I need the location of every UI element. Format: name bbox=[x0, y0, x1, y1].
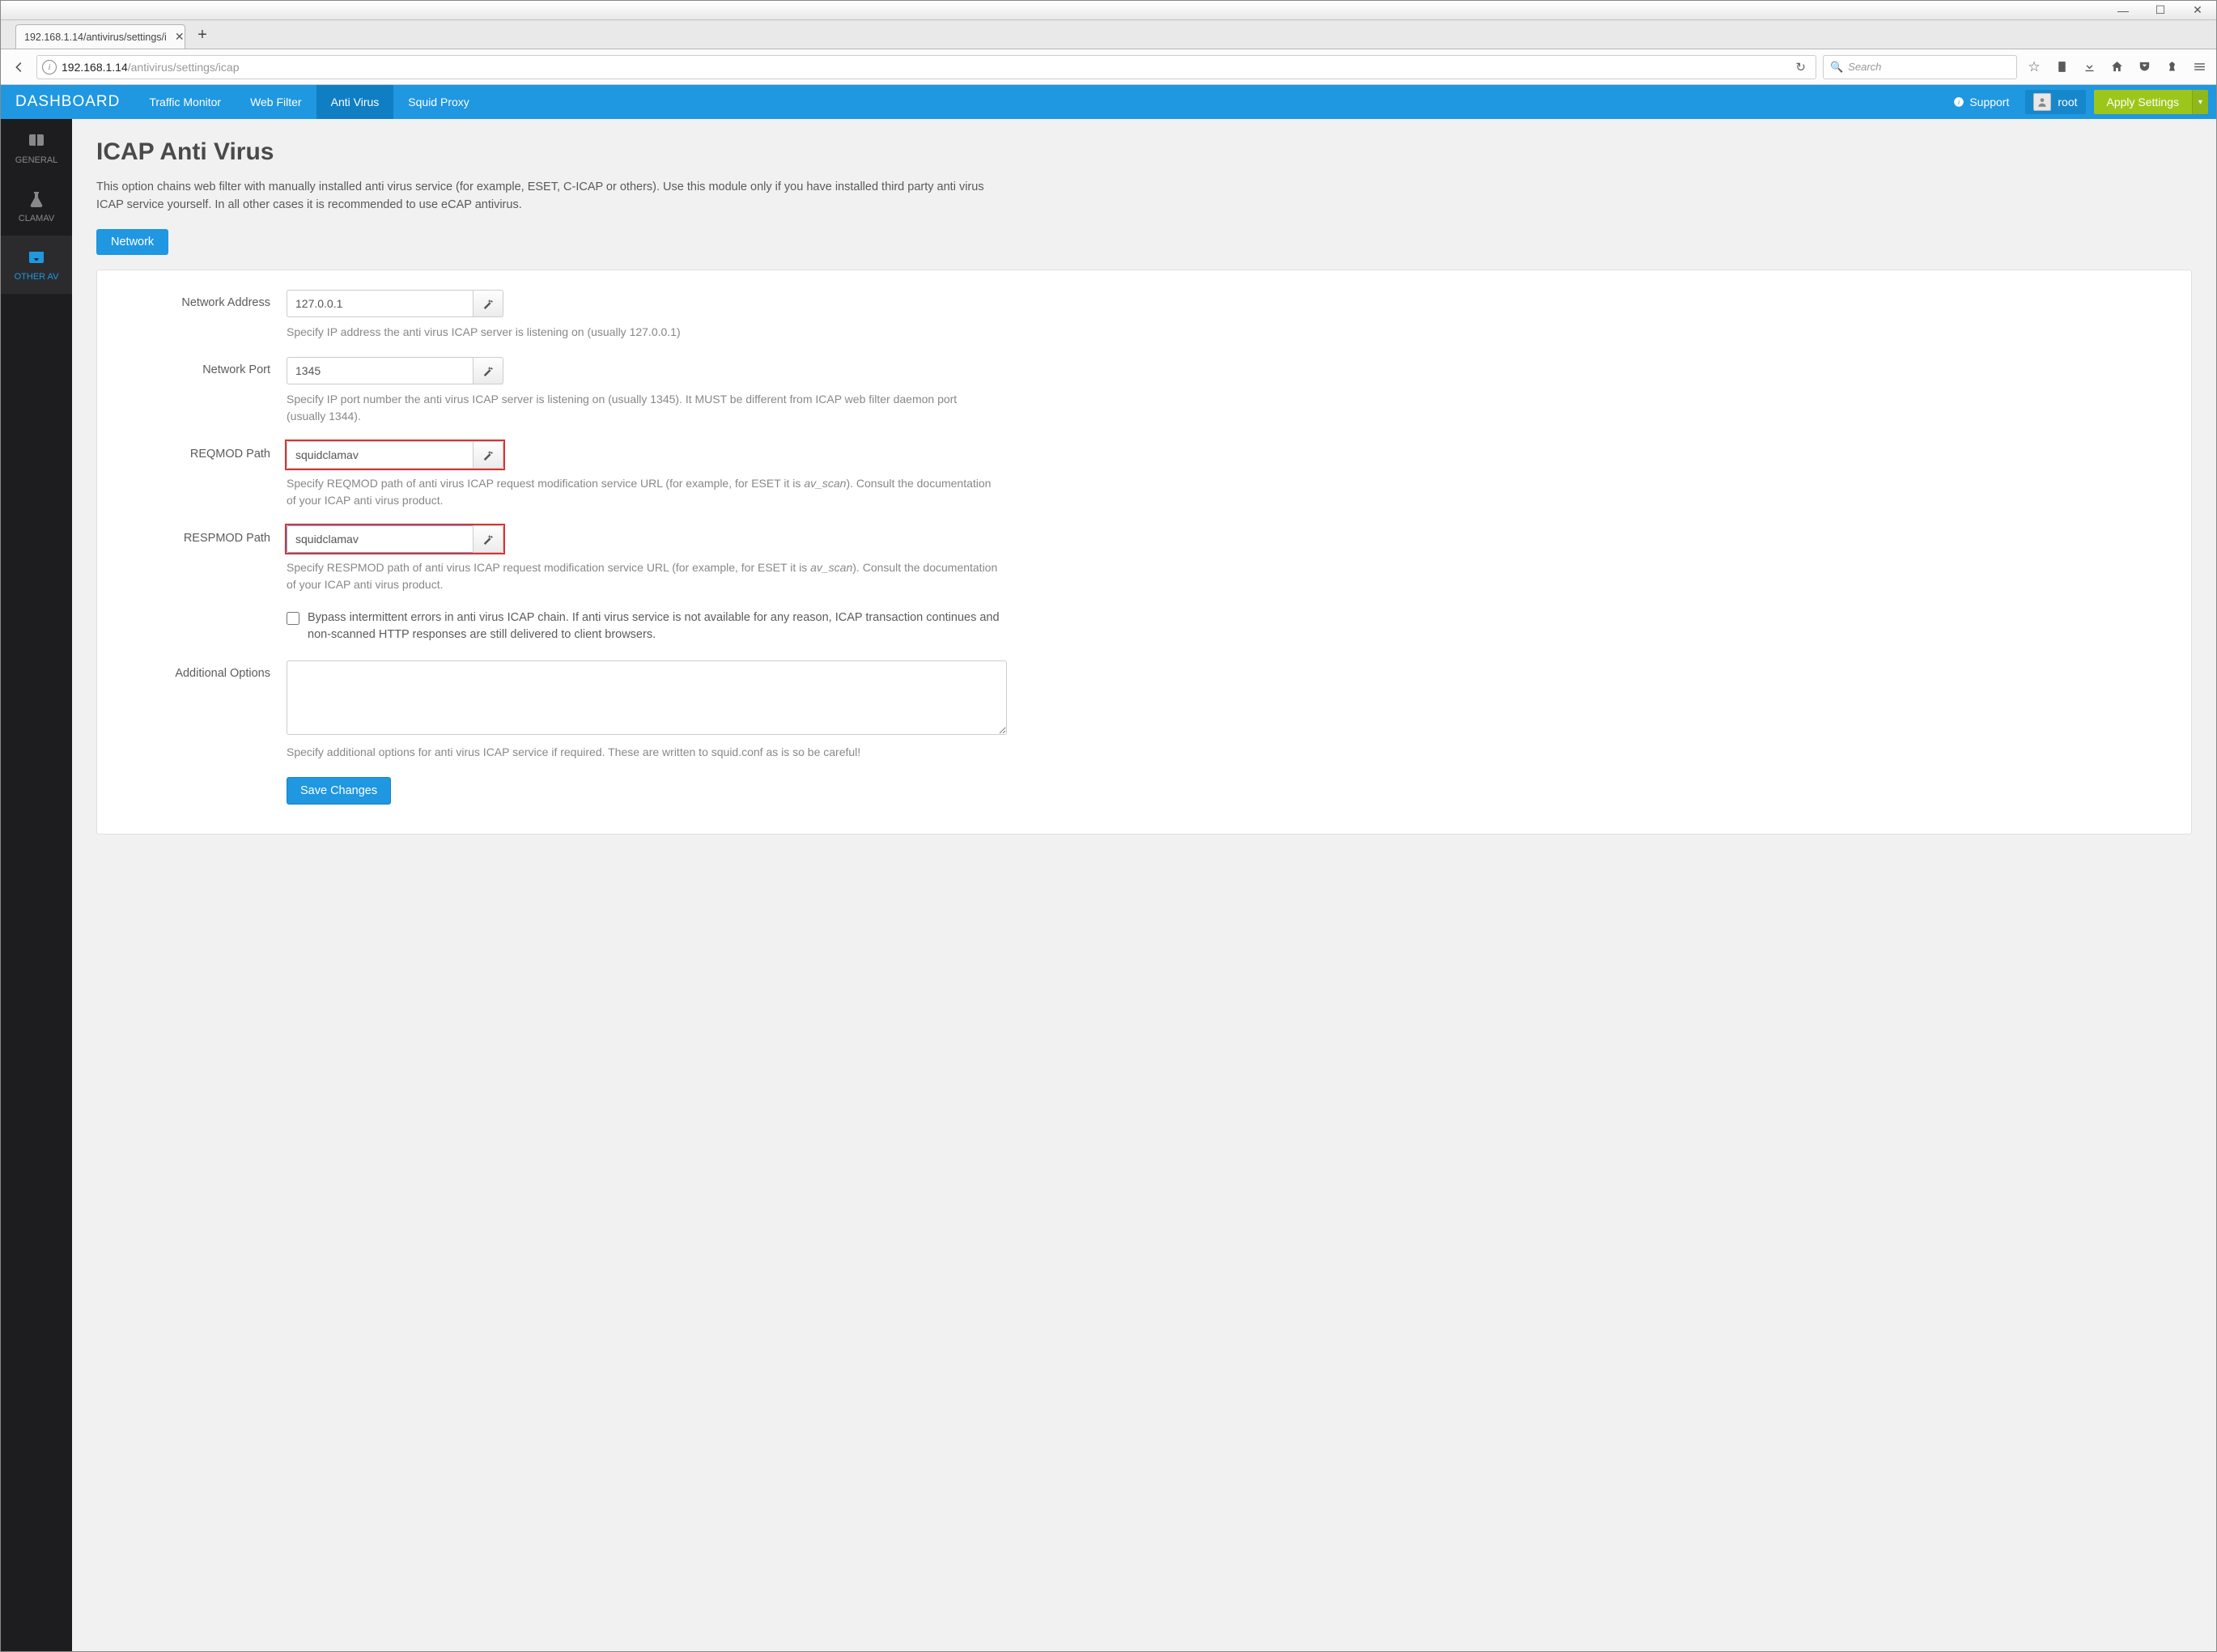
pocket-icon[interactable] bbox=[2134, 57, 2155, 78]
sidenav-item-general[interactable]: GENERAL bbox=[1, 119, 72, 177]
additional-options-textarea[interactable] bbox=[287, 660, 1007, 735]
tab-network[interactable]: Network bbox=[96, 229, 168, 255]
url-text: 192.168.1.14/antivirus/settings/icap bbox=[62, 61, 1790, 74]
bypass-label: Bypass intermittent errors in anti virus… bbox=[308, 609, 1012, 645]
downloads-icon[interactable] bbox=[2079, 57, 2100, 78]
reqmod-reset-button[interactable] bbox=[473, 441, 503, 469]
label-respmod: RESPMOD Path bbox=[117, 525, 287, 593]
new-tab-button[interactable]: + bbox=[190, 24, 214, 49]
network-port-input[interactable] bbox=[287, 357, 473, 384]
reqmod-path-input[interactable] bbox=[287, 441, 473, 469]
label-network-port: Network Port bbox=[117, 357, 287, 425]
network-address-reset-button[interactable] bbox=[473, 290, 503, 317]
network-address-input[interactable] bbox=[287, 290, 473, 317]
topnav-item-antivirus[interactable]: Anti Virus bbox=[316, 85, 394, 119]
bypass-checkbox[interactable] bbox=[287, 612, 299, 625]
bypass-checkbox-row[interactable]: Bypass intermittent errors in anti virus… bbox=[287, 609, 2172, 645]
window-titlebar: — ☐ ✕ bbox=[1, 1, 2216, 20]
url-bar[interactable]: i 192.168.1.14/antivirus/settings/icap ↻ bbox=[36, 55, 1816, 79]
home-icon[interactable] bbox=[2106, 57, 2127, 78]
page-intro: This option chains web filter with manua… bbox=[96, 179, 987, 214]
sidenav: GENERAL CLAMAV OTHER AV bbox=[1, 119, 72, 1651]
flask-icon bbox=[27, 189, 46, 209]
hamburger-menu-icon[interactable] bbox=[2189, 57, 2210, 78]
extension-icon[interactable] bbox=[2161, 57, 2182, 78]
respmod-reset-button[interactable] bbox=[473, 525, 503, 553]
save-changes-button[interactable]: Save Changes bbox=[287, 777, 391, 805]
window-maximize-button[interactable]: ☐ bbox=[2142, 3, 2179, 17]
content: ICAP Anti Virus This option chains web f… bbox=[72, 119, 2216, 1651]
user-menu[interactable]: root bbox=[2025, 90, 2085, 114]
label-network-address: Network Address bbox=[117, 290, 287, 341]
user-name: root bbox=[2058, 96, 2077, 108]
help-network-address: Specify IP address the anti virus ICAP s… bbox=[287, 324, 999, 341]
window-minimize-button[interactable]: — bbox=[2104, 4, 2142, 17]
help-network-port: Specify IP port number the anti virus IC… bbox=[287, 391, 999, 425]
wand-icon bbox=[482, 298, 494, 309]
clipboard-icon[interactable] bbox=[2051, 57, 2072, 78]
browser-tab[interactable]: 192.168.1.14/antivirus/settings/i ✕ bbox=[15, 24, 185, 49]
reload-button[interactable]: ↻ bbox=[1790, 60, 1811, 74]
app-topnav: DASHBOARD Traffic Monitor Web Filter Ant… bbox=[1, 85, 2216, 119]
support-link[interactable]: i Support bbox=[1945, 85, 2017, 119]
search-icon: 🔍 bbox=[1830, 61, 1843, 74]
wand-icon bbox=[482, 533, 494, 545]
wand-icon bbox=[482, 449, 494, 461]
browser-search-input[interactable]: 🔍 Search bbox=[1823, 55, 2017, 79]
book-icon bbox=[27, 131, 46, 151]
topnav-item-webfilter[interactable]: Web Filter bbox=[236, 85, 316, 119]
apply-settings-button[interactable]: Apply Settings bbox=[2094, 90, 2193, 114]
window-close-button[interactable]: ✕ bbox=[2179, 3, 2216, 17]
back-button[interactable] bbox=[7, 56, 30, 79]
network-port-reset-button[interactable] bbox=[473, 357, 503, 384]
respmod-path-input[interactable] bbox=[287, 525, 473, 553]
label-reqmod: REQMOD Path bbox=[117, 441, 287, 509]
browser-tab-title: 192.168.1.14/antivirus/settings/i bbox=[24, 32, 167, 43]
apply-settings-dropdown[interactable]: ▾ bbox=[2192, 90, 2208, 114]
settings-panel: Network Address Specify IP address the a… bbox=[96, 270, 2192, 835]
tab-close-icon[interactable]: ✕ bbox=[175, 30, 185, 44]
inbox-icon bbox=[27, 248, 46, 267]
page-title: ICAP Anti Virus bbox=[96, 138, 2192, 166]
browser-toolbar: i 192.168.1.14/antivirus/settings/icap ↻… bbox=[1, 49, 2216, 85]
site-info-icon[interactable]: i bbox=[42, 60, 57, 74]
help-reqmod: Specify REQMOD path of anti virus ICAP r… bbox=[287, 475, 999, 509]
browser-tabstrip: 192.168.1.14/antivirus/settings/i ✕ + bbox=[1, 20, 2216, 49]
topnav-item-squidproxy[interactable]: Squid Proxy bbox=[393, 85, 483, 119]
help-additional-options: Specify additional options for anti viru… bbox=[287, 744, 999, 761]
sidenav-item-other-av[interactable]: OTHER AV bbox=[1, 236, 72, 294]
topnav-item-traffic[interactable]: Traffic Monitor bbox=[134, 85, 236, 119]
help-respmod: Specify RESPMOD path of anti virus ICAP … bbox=[287, 559, 999, 593]
sidenav-item-clamav[interactable]: CLAMAV bbox=[1, 177, 72, 236]
brand[interactable]: DASHBOARD bbox=[1, 85, 134, 119]
avatar bbox=[2033, 93, 2051, 111]
wand-icon bbox=[482, 365, 494, 376]
label-additional-options: Additional Options bbox=[117, 660, 287, 761]
bookmark-star-icon[interactable]: ☆ bbox=[2024, 57, 2045, 78]
topnav-menu: Traffic Monitor Web Filter Anti Virus Sq… bbox=[134, 85, 483, 119]
